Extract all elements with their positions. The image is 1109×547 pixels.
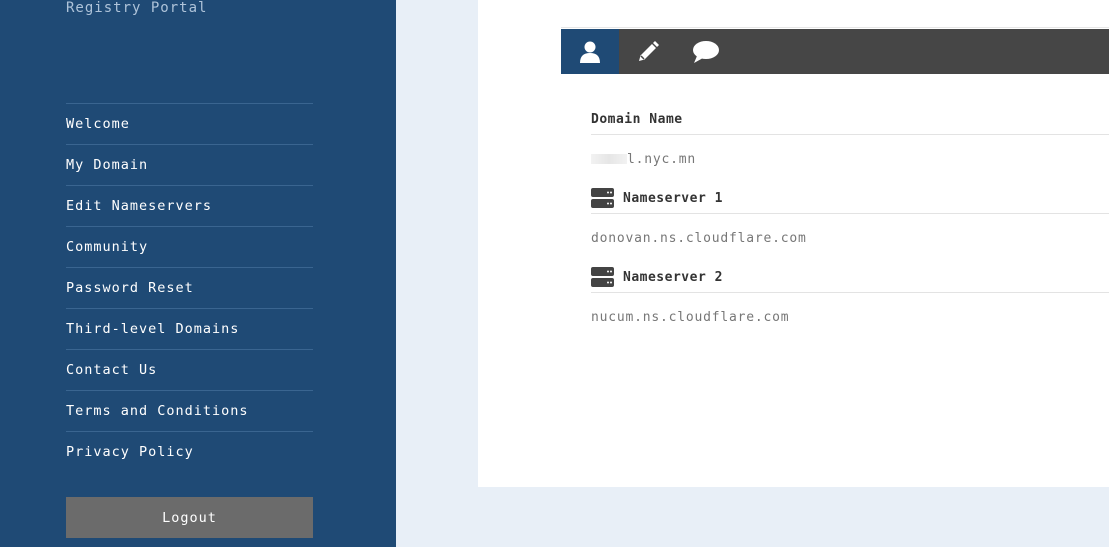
tab-bar bbox=[561, 29, 1109, 74]
sidebar-item-edit-nameservers[interactable]: Edit Nameservers bbox=[66, 185, 313, 226]
sidebar-item-contact-us[interactable]: Contact Us bbox=[66, 349, 313, 390]
domain-details: Domain Name l.nyc.mn Nameserver 1 donova… bbox=[591, 104, 1109, 341]
server-icon bbox=[591, 188, 614, 208]
sidebar-item-third-level-domains[interactable]: Third-level Domains bbox=[66, 308, 313, 349]
logout-button[interactable]: Logout bbox=[66, 497, 313, 538]
redacted-block bbox=[591, 154, 627, 164]
tab-edit[interactable] bbox=[619, 29, 677, 74]
sidebar-item-my-domain[interactable]: My Domain bbox=[66, 144, 313, 185]
nameserver-2-value: nucum.ns.cloudflare.com bbox=[591, 309, 790, 325]
user-icon bbox=[580, 41, 600, 63]
domain-name-heading: Domain Name bbox=[591, 111, 683, 127]
portal-title: Registry Portal bbox=[66, 0, 208, 16]
main-panel: Domain Name l.nyc.mn Nameserver 1 donova… bbox=[478, 0, 1109, 487]
nameserver-2-heading: Nameserver 2 bbox=[623, 269, 723, 285]
sidebar-nav: Welcome My Domain Edit Nameservers Commu… bbox=[66, 103, 313, 472]
sidebar-item-password-reset[interactable]: Password Reset bbox=[66, 267, 313, 308]
sidebar-item-welcome[interactable]: Welcome bbox=[66, 103, 313, 144]
domain-name-value: l.nyc.mn bbox=[591, 135, 1109, 183]
tab-profile[interactable] bbox=[561, 29, 619, 74]
divider bbox=[561, 27, 1109, 28]
pencil-icon bbox=[639, 40, 659, 61]
nameserver-2-label: Nameserver 2 bbox=[591, 262, 1109, 293]
tab-comments[interactable] bbox=[677, 29, 735, 74]
domain-name-text: l.nyc.mn bbox=[627, 151, 697, 167]
sidebar-item-privacy[interactable]: Privacy Policy bbox=[66, 431, 313, 472]
nameserver-1-value: donovan.ns.cloudflare.com bbox=[591, 230, 807, 246]
domain-name-label: Domain Name bbox=[591, 104, 1109, 135]
nameserver-1-heading: Nameserver 1 bbox=[623, 190, 723, 206]
sidebar: Registry Portal Welcome My Domain Edit N… bbox=[0, 0, 396, 547]
server-icon bbox=[591, 267, 614, 287]
nameserver-1-label: Nameserver 1 bbox=[591, 183, 1109, 214]
sidebar-item-terms[interactable]: Terms and Conditions bbox=[66, 390, 313, 431]
sidebar-item-community[interactable]: Community bbox=[66, 226, 313, 267]
chat-bubble-icon bbox=[693, 40, 719, 63]
